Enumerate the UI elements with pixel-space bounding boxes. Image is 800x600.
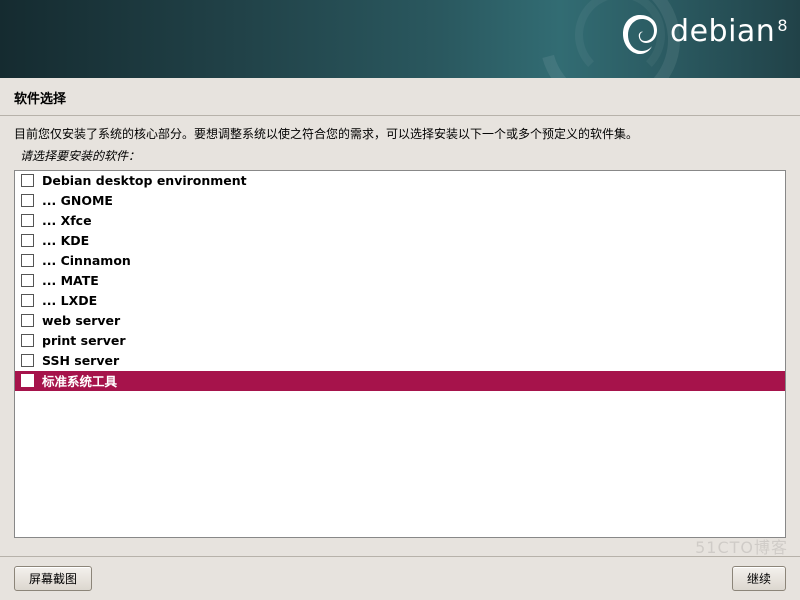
software-item[interactable]: 标准系统工具	[15, 371, 785, 391]
description-text: 目前您仅安装了系统的核心部分。要想调整系统以使之符合您的需求，可以选择安装以下一…	[14, 126, 786, 143]
software-selection-list[interactable]: Debian desktop environment ... GNOME ... X…	[14, 170, 786, 538]
checkbox-icon[interactable]	[21, 194, 34, 207]
software-item-label: print server	[42, 333, 126, 348]
software-item[interactable]: SSH server	[15, 351, 785, 371]
prompt-text: 请选择要安装的软件：	[20, 147, 786, 164]
software-item-label: web server	[42, 313, 120, 328]
software-item[interactable]: print server	[15, 331, 785, 351]
checkbox-icon[interactable]	[21, 334, 34, 347]
checkbox-icon[interactable]	[21, 314, 34, 327]
software-item[interactable]: web server	[15, 311, 785, 331]
bottom-bar: 屏幕截图 继续	[0, 556, 800, 600]
software-item[interactable]: ... MATE	[15, 271, 785, 291]
brand-name: debian	[670, 14, 775, 49]
software-item-label: ... MATE	[42, 273, 99, 288]
checkbox-icon[interactable]	[21, 174, 34, 187]
continue-button[interactable]: 继续	[732, 566, 786, 591]
software-item-label: Debian desktop environment	[42, 173, 247, 188]
checkbox-icon[interactable]	[21, 354, 34, 367]
software-item[interactable]: ... Xfce	[15, 211, 785, 231]
checkbox-icon[interactable]	[21, 294, 34, 307]
software-item-label: ... KDE	[42, 233, 89, 248]
software-item[interactable]: ... LXDE	[15, 291, 785, 311]
brand-text: debian8	[670, 14, 786, 49]
page-title: 软件选择	[0, 78, 800, 116]
software-item-label: 标准系统工具	[42, 371, 117, 390]
software-item-label: ... GNOME	[42, 193, 113, 208]
software-item[interactable]: Debian desktop environment	[15, 171, 785, 191]
software-item-label: SSH server	[42, 353, 119, 368]
software-item-label: ... Xfce	[42, 213, 92, 228]
software-item-label: ... LXDE	[42, 293, 97, 308]
software-item[interactable]: ... GNOME	[15, 191, 785, 211]
screenshot-button[interactable]: 屏幕截图	[14, 566, 92, 591]
debian-swirl-icon	[615, 10, 665, 70]
content-area: 目前您仅安装了系统的核心部分。要想调整系统以使之符合您的需求，可以选择安装以下一…	[0, 116, 800, 538]
checkbox-icon[interactable]	[21, 274, 34, 287]
checkbox-icon[interactable]	[21, 214, 34, 227]
checkbox-icon[interactable]	[21, 374, 34, 387]
software-item[interactable]: ... KDE	[15, 231, 785, 251]
software-item[interactable]: ... Cinnamon	[15, 251, 785, 271]
banner: debian8	[0, 0, 800, 78]
brand-version: 8	[777, 16, 788, 35]
software-item-label: ... Cinnamon	[42, 253, 131, 268]
checkbox-icon[interactable]	[21, 254, 34, 267]
checkbox-icon[interactable]	[21, 234, 34, 247]
